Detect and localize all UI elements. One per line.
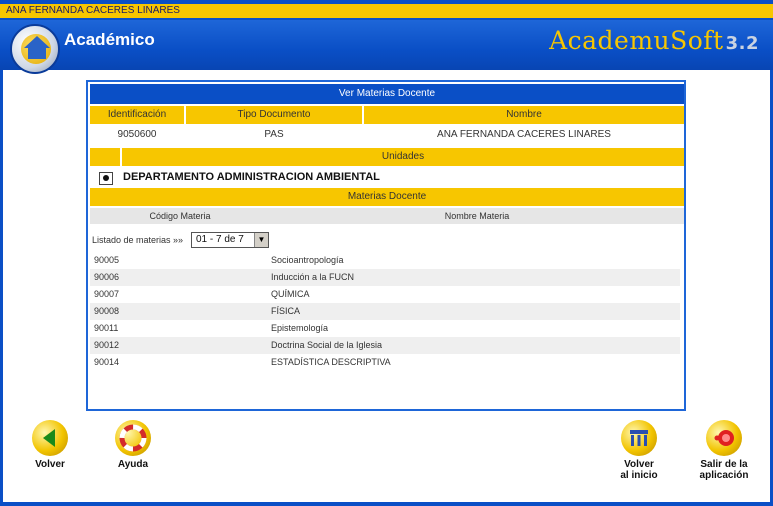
subject-code: 90006 [94,272,120,282]
home-button[interactable]: Volver al inicio [613,420,665,481]
col-header-subject-name: Nombre Materia [444,211,510,221]
brand-logo: AcademuSoft 3.2 [549,26,759,55]
table-row: 90007 QUÍMICA [90,286,680,303]
col-header-code: Código Materia [149,211,211,221]
listing-select[interactable]: 01 - 7 de 7 ▼ [191,232,269,248]
panel-title: Ver Materias Docente [90,84,684,104]
subject-code: 90014 [94,357,120,367]
subject-name: FÍSICA [271,306,301,316]
subjects-header: Materias Docente [90,188,684,206]
listing-select-value: 01 - 7 de 7 [196,234,244,245]
frame-left [0,70,3,502]
department-radio[interactable] [99,172,113,185]
table-row: 90008 FÍSICA [90,303,680,320]
back-arrow-icon [32,420,68,456]
table-row: 90012 Doctrina Social de la Iglesia [90,337,680,354]
brand-name: AcademuSoft [549,26,724,55]
teacher-doc-type: PAS [264,129,284,140]
subject-name: Inducción a la FUCN [271,272,355,282]
subjects-panel: Ver Materias Docente Identificación Tipo… [86,80,686,411]
table-row: 90011 Epistemología [90,320,680,337]
teacher-id: 9050600 [117,129,157,140]
help-button[interactable]: Ayuda [113,420,153,470]
user-bar: ANA FERNANDA CACERES LINARES [0,0,773,20]
module-title: Académico [64,30,155,49]
home-icon [621,420,657,456]
chevron-down-icon[interactable]: ▼ [254,233,268,247]
exit-label-line1: Salir de la [700,459,748,470]
subjects-column-header: Código Materia Nombre Materia [90,208,684,224]
user-name: ANA FERNANDA CACERES LINARES [0,4,773,18]
col-header-name: Nombre [364,106,684,124]
listing-label: Listado de materias »» [92,235,184,245]
col-header-doc-type: Tipo Documento [186,106,362,124]
frame-bottom [0,502,773,506]
exit-button[interactable]: Salir de la aplicación [696,420,752,481]
units-spacer [90,148,120,166]
department-name: DEPARTAMENTO ADMINISTRACION AMBIENTAL [123,171,380,183]
subject-code: 90008 [94,306,120,316]
back-button[interactable]: Volver [30,420,70,470]
home-label-line1: Volver [624,459,654,470]
table-row: 90006 Inducción a la FUCN [90,269,680,286]
app-header: Académico AcademuSoft 3.2 [0,20,773,74]
col-header-id: Identificación [90,106,184,124]
subject-code: 90011 [94,323,119,333]
subject-code: 90012 [94,340,120,350]
subject-name: Doctrina Social de la Iglesia [271,340,383,350]
subject-code: 90005 [94,255,120,265]
exit-icon [706,420,742,456]
academic-logo-icon [10,24,60,74]
lifebuoy-icon [115,420,151,456]
units-header: Unidades [122,148,684,166]
subject-code: 90007 [94,289,120,299]
subject-name: ESTADÍSTICA DESCRIPTIVA [271,357,391,367]
table-row: 90005 Socioantropología [90,252,680,269]
back-label: Volver [35,459,65,470]
subject-name: Socioantropología [271,255,344,265]
teacher-name: ANA FERNANDA CACERES LINARES [437,129,611,140]
exit-label-line2: aplicación [699,470,749,481]
home-label-line2: al inicio [620,470,658,481]
subject-name: Epistemología [271,323,329,333]
subject-name: QUÍMICA [271,289,310,299]
table-row: 90014 ESTADÍSTICA DESCRIPTIVA [90,354,680,371]
brand-version: 3.2 [725,33,759,54]
help-label: Ayuda [117,459,149,470]
